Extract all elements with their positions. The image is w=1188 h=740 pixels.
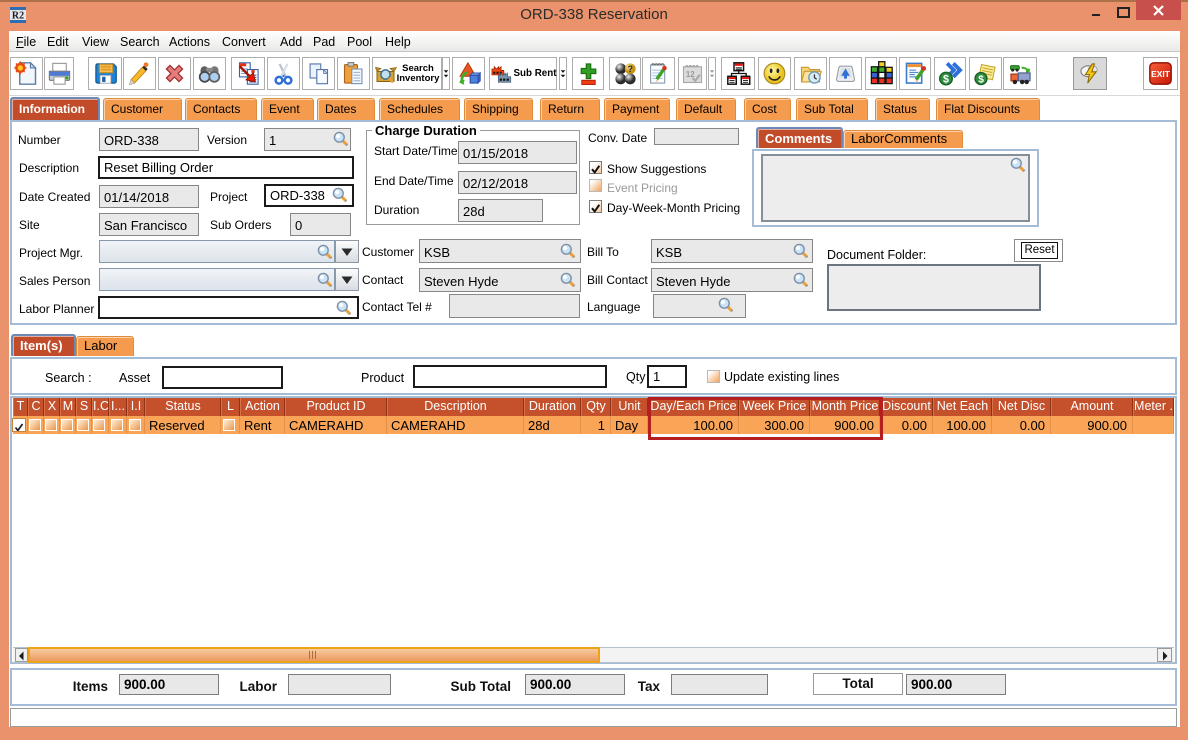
svg-text:12: 12 bbox=[686, 70, 695, 79]
svg-text:EXIT: EXIT bbox=[1151, 69, 1171, 79]
svg-text:?: ? bbox=[627, 64, 633, 74]
svg-text:$: $ bbox=[978, 75, 984, 86]
svg-text:$: $ bbox=[943, 74, 949, 86]
